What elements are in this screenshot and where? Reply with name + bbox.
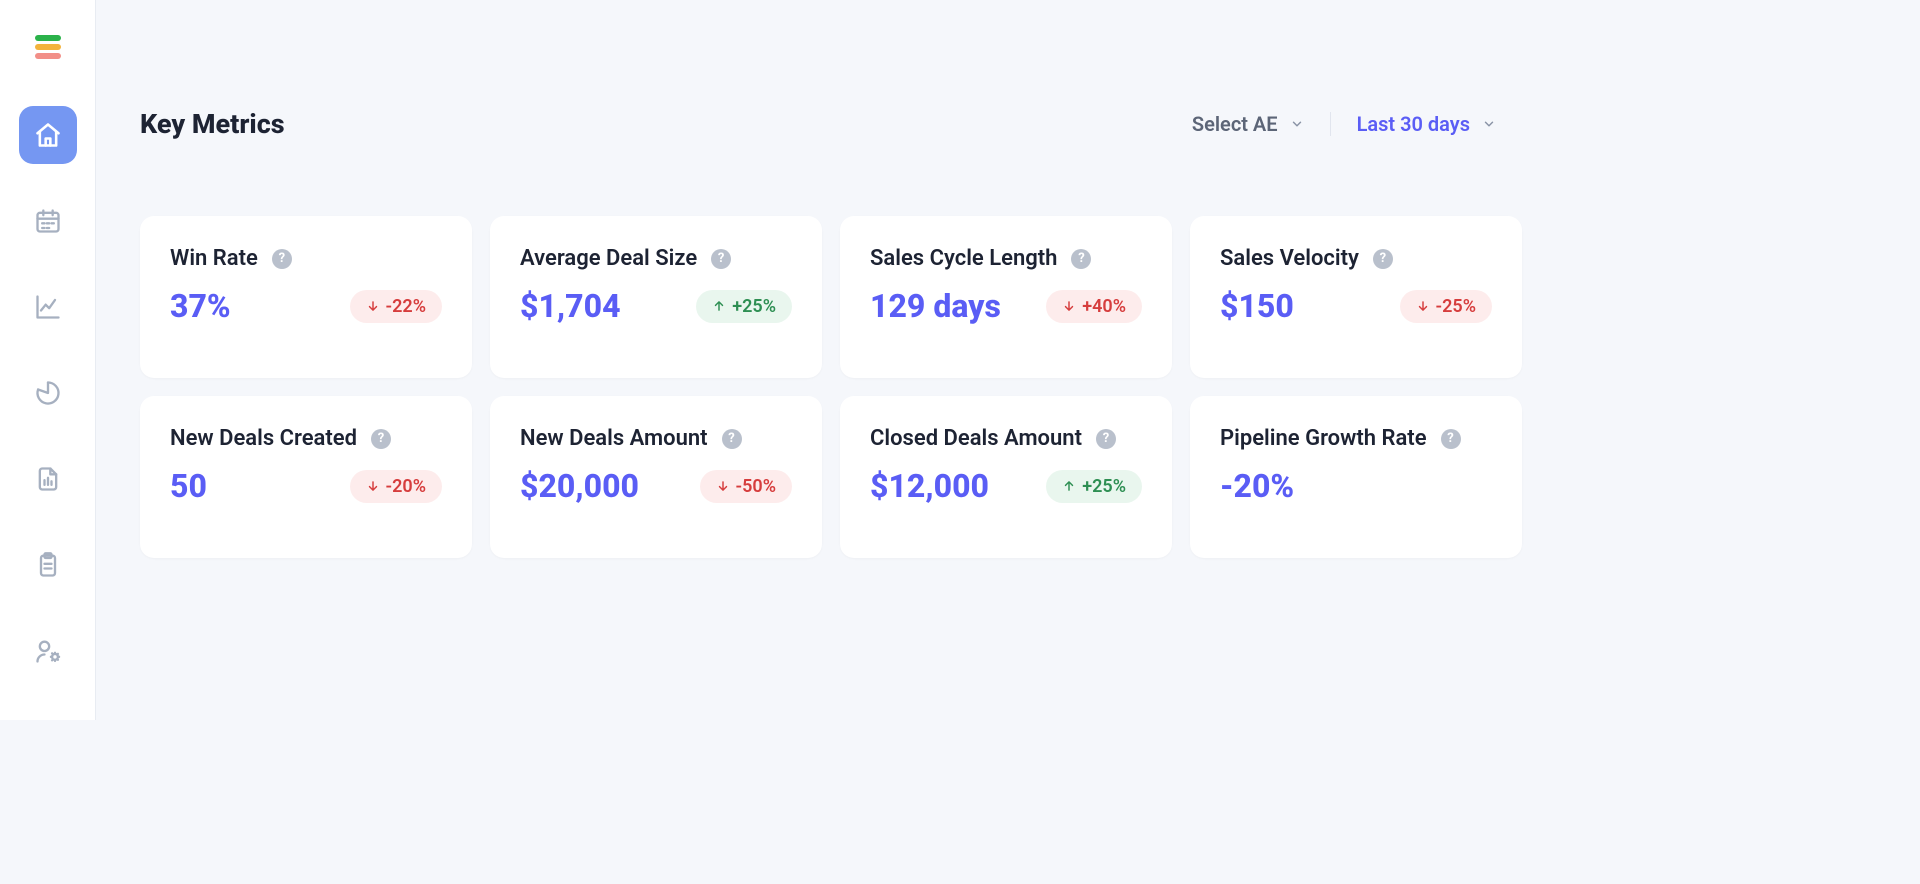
home-icon [34, 121, 62, 149]
clipboard-icon [34, 551, 62, 579]
metric-title: Pipeline Growth Rate [1220, 426, 1427, 451]
sidebar [0, 0, 96, 720]
nav-trends[interactable] [19, 278, 77, 336]
help-icon[interactable]: ? [1096, 429, 1116, 449]
metric-title: Closed Deals Amount [870, 426, 1082, 451]
calendar-icon [34, 207, 62, 235]
metric-delta-text: +25% [732, 296, 776, 317]
metric-card-pipeline-growth: Pipeline Growth Rate ? -20% [1190, 396, 1522, 558]
metric-delta: +25% [696, 290, 792, 323]
metric-delta-text: +25% [1082, 476, 1126, 497]
metric-card-closed-deals-amount: Closed Deals Amount ? $12,000 +25% [840, 396, 1172, 558]
metric-value: 37% [170, 287, 231, 325]
nav-clipboard[interactable] [19, 536, 77, 594]
metric-delta-text: -25% [1436, 296, 1476, 317]
page-title: Key Metrics [140, 108, 285, 140]
metric-value: 129 days [870, 287, 1001, 325]
arrow-down-icon [716, 479, 730, 493]
metric-delta: +40% [1046, 290, 1142, 323]
metric-card-sales-velocity: Sales Velocity ? $150 -25% [1190, 216, 1522, 378]
arrow-down-icon [366, 479, 380, 493]
metric-delta: -50% [700, 470, 792, 503]
metric-value: $12,000 [870, 467, 989, 505]
nav-pie[interactable] [19, 364, 77, 422]
help-icon[interactable]: ? [1441, 429, 1461, 449]
metric-title: New Deals Amount [520, 426, 708, 451]
help-icon[interactable]: ? [722, 429, 742, 449]
metric-card-win-rate: Win Rate ? 37% -22% [140, 216, 472, 378]
metric-delta: +25% [1046, 470, 1142, 503]
file-bar-chart-icon [34, 465, 62, 493]
line-chart-icon [34, 293, 62, 321]
chevron-down-icon [1290, 117, 1304, 131]
arrow-down-icon [1416, 299, 1430, 313]
app-logo [35, 34, 61, 60]
metric-title: Sales Cycle Length [870, 246, 1057, 271]
nav-user-settings[interactable] [19, 622, 77, 680]
metric-value: $150 [1220, 287, 1294, 325]
arrow-up-icon [1062, 479, 1076, 493]
metric-value: 50 [170, 467, 207, 505]
metric-delta: -20% [350, 470, 442, 503]
chevron-down-icon [1482, 117, 1496, 131]
nav-bar-report[interactable] [19, 450, 77, 508]
metric-card-avg-deal-size: Average Deal Size ? $1,704 +25% [490, 216, 822, 378]
metric-title: New Deals Created [170, 426, 357, 451]
metric-title: Average Deal Size [520, 246, 697, 271]
help-icon[interactable]: ? [711, 249, 731, 269]
help-icon[interactable]: ? [1071, 249, 1091, 269]
metric-delta-text: -22% [386, 296, 426, 317]
metric-delta: -25% [1400, 290, 1492, 323]
help-icon[interactable]: ? [1373, 249, 1393, 269]
metric-title: Win Rate [170, 246, 258, 271]
arrow-down-icon [1062, 299, 1076, 313]
metric-card-new-deals-amount: New Deals Amount ? $20,000 -50% [490, 396, 822, 558]
main-content: Key Metrics Select AE Last 30 days Win R… [96, 0, 1562, 720]
nav-home[interactable] [19, 106, 77, 164]
help-icon[interactable]: ? [371, 429, 391, 449]
metric-title: Sales Velocity [1220, 246, 1359, 271]
metric-delta-text: -20% [386, 476, 426, 497]
metrics-grid: Win Rate ? 37% -22% Average Deal Size ? [140, 216, 1522, 558]
metric-delta-text: +40% [1082, 296, 1126, 317]
metric-card-new-deals-created: New Deals Created ? 50 -20% [140, 396, 472, 558]
pie-chart-icon [34, 379, 62, 407]
page-header: Key Metrics Select AE Last 30 days [140, 108, 1522, 140]
arrow-down-icon [366, 299, 380, 313]
metric-value: $1,704 [520, 287, 621, 325]
nav-calendar[interactable] [19, 192, 77, 250]
help-icon[interactable]: ? [272, 249, 292, 269]
header-filters: Select AE Last 30 days [1166, 112, 1522, 136]
metric-value: $20,000 [520, 467, 639, 505]
date-range-dropdown[interactable]: Last 30 days [1331, 112, 1522, 136]
arrow-up-icon [712, 299, 726, 313]
date-range-label: Last 30 days [1357, 112, 1470, 136]
metric-delta-text: -50% [736, 476, 776, 497]
user-gear-icon [34, 637, 62, 665]
metric-value: -20% [1220, 467, 1294, 505]
select-ae-dropdown[interactable]: Select AE [1166, 112, 1331, 136]
metric-card-sales-cycle: Sales Cycle Length ? 129 days +40% [840, 216, 1172, 378]
metric-delta: -22% [350, 290, 442, 323]
select-ae-label: Select AE [1192, 112, 1278, 136]
